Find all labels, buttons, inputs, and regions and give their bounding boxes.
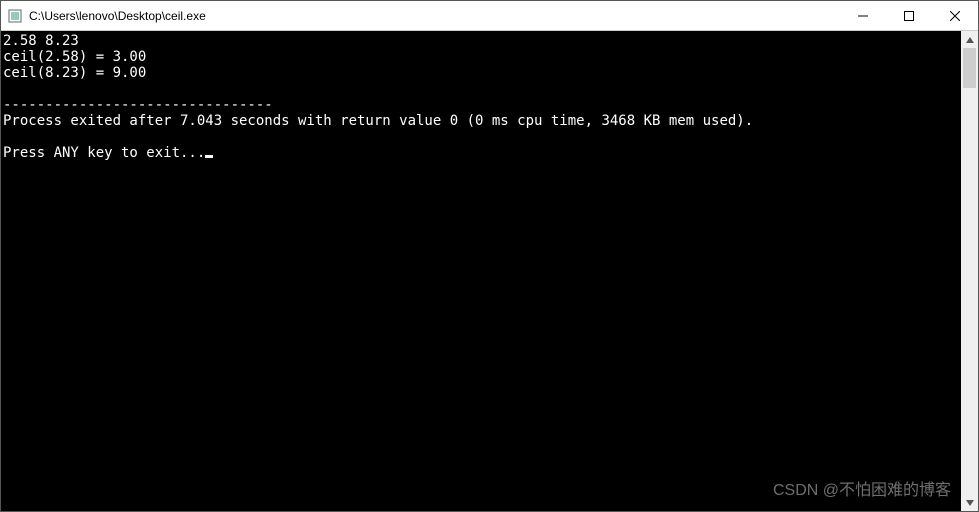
window-title: C:\Users\lenovo\Desktop\ceil.exe bbox=[29, 9, 840, 23]
maximize-button[interactable] bbox=[886, 1, 932, 30]
text-cursor bbox=[205, 155, 213, 158]
console-client-area: 2.58 8.23 ceil(2.58) = 3.00 ceil(8.23) =… bbox=[1, 31, 978, 511]
scroll-track[interactable] bbox=[961, 48, 978, 494]
console-output[interactable]: 2.58 8.23 ceil(2.58) = 3.00 ceil(8.23) =… bbox=[1, 31, 961, 511]
titlebar[interactable]: C:\Users\lenovo\Desktop\ceil.exe bbox=[1, 1, 978, 31]
window-controls bbox=[840, 1, 978, 30]
vertical-scrollbar[interactable] bbox=[961, 31, 978, 511]
scroll-up-arrow-icon[interactable] bbox=[961, 31, 978, 48]
minimize-button[interactable] bbox=[840, 1, 886, 30]
console-window: C:\Users\lenovo\Desktop\ceil.exe 2.58 8.… bbox=[0, 0, 979, 512]
close-button[interactable] bbox=[932, 1, 978, 30]
scroll-down-arrow-icon[interactable] bbox=[961, 494, 978, 511]
app-icon bbox=[7, 8, 23, 24]
scroll-thumb[interactable] bbox=[963, 48, 976, 88]
